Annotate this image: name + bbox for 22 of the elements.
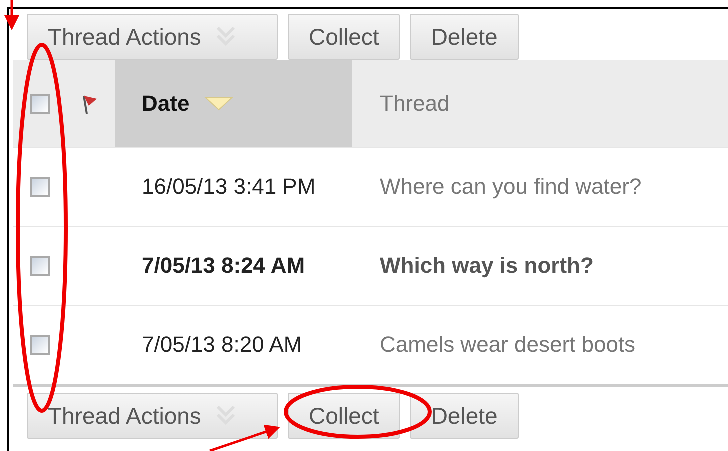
- checkbox[interactable]: [30, 177, 50, 197]
- thread-link[interactable]: Which way is north?: [380, 253, 594, 279]
- actions-menu-button[interactable]: Thread Actions: [27, 14, 278, 60]
- date-cell: 16/05/13 3:41 PM: [142, 174, 316, 200]
- action-button[interactable]: Collect: [288, 14, 400, 60]
- action-button[interactable]: Delete: [410, 393, 519, 439]
- action-button[interactable]: Delete: [410, 14, 519, 60]
- annotation-arrow: [4, 0, 20, 30]
- sort-down-icon: [204, 96, 234, 112]
- thread-link[interactable]: Where can you find water?: [380, 174, 642, 200]
- annotation-arrow: [210, 424, 280, 451]
- checkbox[interactable]: [30, 256, 50, 276]
- thread-link[interactable]: Camels wear desert boots: [380, 332, 636, 358]
- column-label: Date: [142, 90, 190, 116]
- column-label: Thread: [380, 90, 450, 116]
- column-header[interactable]: Thread: [352, 60, 728, 147]
- date-cell: 7/05/13 8:20 AM: [142, 332, 302, 358]
- date-cell: 7/05/13 8:24 AM: [142, 253, 306, 279]
- checkbox[interactable]: [30, 94, 50, 114]
- checkbox[interactable]: [30, 335, 50, 355]
- actions-menu-button[interactable]: Thread Actions: [27, 393, 278, 439]
- column-header[interactable]: Date: [115, 60, 352, 147]
